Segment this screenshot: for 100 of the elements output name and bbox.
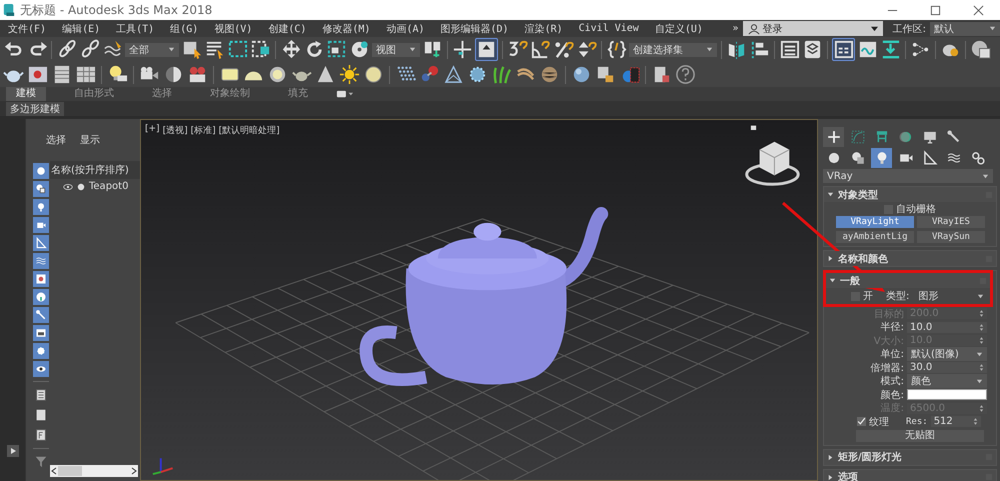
menu-item[interactable]: 渲染(R) bbox=[516, 22, 571, 36]
spinner-snap-icon[interactable] bbox=[576, 39, 597, 60]
snowflake-icon[interactable] bbox=[467, 64, 488, 85]
chevron-left-icon[interactable] bbox=[50, 467, 58, 475]
table-icon[interactable] bbox=[75, 64, 96, 85]
grass-icon[interactable] bbox=[491, 64, 512, 85]
unlink-icon[interactable] bbox=[79, 39, 100, 60]
list-icon[interactable] bbox=[779, 39, 800, 60]
ring-icon[interactable] bbox=[267, 64, 288, 85]
document-icon[interactable] bbox=[34, 428, 48, 442]
menu-item[interactable]: Civil View bbox=[570, 23, 647, 34]
window-icon[interactable] bbox=[833, 39, 854, 60]
object-type-button[interactable]: ayAmbientLig bbox=[836, 231, 914, 243]
list-cursor-icon[interactable] bbox=[204, 39, 225, 60]
sun-icon[interactable] bbox=[339, 64, 360, 85]
named-selection-dropdown[interactable]: 创建选择集 bbox=[629, 42, 717, 56]
param-dropdown[interactable]: 默认(图像) bbox=[907, 347, 987, 362]
ribbon-tab[interactable]: 对象绘制 bbox=[200, 87, 260, 101]
crosshair-icon[interactable] bbox=[452, 39, 473, 60]
map-button[interactable]: 无贴图 bbox=[856, 430, 984, 442]
rollout-header[interactable]: 名称和颜色 bbox=[824, 251, 996, 266]
renderer-dropdown[interactable]: VRay bbox=[823, 169, 993, 183]
ribbon-panel-tab[interactable]: 多边形建模 bbox=[6, 102, 64, 116]
object-type-button[interactable]: VRayLight bbox=[836, 216, 914, 228]
viewport[interactable]: [+] [透视] [标准] [默认明暗处理] bbox=[140, 119, 818, 481]
workspace-dropdown[interactable]: 默认 bbox=[930, 22, 1000, 36]
document-icon[interactable] bbox=[34, 388, 48, 402]
sphere-icon[interactable] bbox=[571, 64, 592, 85]
rollout-header[interactable]: 矩形/圆形灯光 bbox=[824, 450, 996, 464]
viewport-label[interactable]: [标准] bbox=[190, 124, 216, 137]
menu-item[interactable]: 自定义(U) bbox=[646, 22, 711, 36]
filter-button[interactable] bbox=[33, 325, 49, 341]
menu-item[interactable]: 动画(A) bbox=[378, 22, 432, 36]
ribbon-tab[interactable]: 选择 bbox=[142, 87, 182, 101]
column-header[interactable]: 名称(按升序排序) bbox=[50, 161, 140, 179]
braces-icon[interactable] bbox=[606, 39, 627, 60]
panel-tab[interactable] bbox=[823, 127, 844, 147]
ribbon-tab[interactable]: 建模 bbox=[6, 87, 46, 101]
ball-icon[interactable] bbox=[539, 64, 560, 85]
dashed-square-icon[interactable] bbox=[250, 39, 271, 60]
maximize-icon[interactable] bbox=[930, 4, 941, 16]
spinner-field[interactable]: 30.0 bbox=[907, 362, 987, 374]
object-type-button[interactable]: VRayIES bbox=[917, 216, 985, 228]
half-moon-icon[interactable] bbox=[163, 64, 184, 85]
layers-icon[interactable] bbox=[802, 39, 823, 60]
close-icon[interactable] bbox=[973, 4, 984, 16]
disc-icon[interactable] bbox=[363, 64, 384, 85]
menu-item[interactable]: 工具(T) bbox=[108, 22, 162, 36]
play-icon[interactable] bbox=[6, 445, 18, 457]
percent-snap-icon[interactable] bbox=[553, 39, 574, 60]
panel-toggle-icon[interactable] bbox=[336, 90, 354, 98]
picture-icon[interactable] bbox=[27, 64, 48, 85]
eye-icon[interactable] bbox=[63, 182, 73, 190]
menu-overflow[interactable]: » bbox=[732, 23, 739, 34]
help-icon[interactable] bbox=[675, 64, 696, 85]
ribbon-tab[interactable]: 自由形式 bbox=[64, 87, 124, 101]
tray-icon[interactable] bbox=[880, 39, 901, 60]
viewport-label[interactable]: [+] bbox=[145, 124, 160, 137]
coordinate-system-dropdown[interactable]: 视图 bbox=[372, 42, 420, 56]
mirror-icon[interactable] bbox=[726, 39, 747, 60]
explorer-tab[interactable]: 选择 bbox=[46, 133, 66, 161]
menu-item[interactable]: 图形编辑器(D) bbox=[432, 22, 517, 36]
cursor-square-icon[interactable] bbox=[181, 39, 202, 60]
object-type-button[interactable]: VRaySun bbox=[917, 231, 985, 243]
filter-button[interactable] bbox=[33, 271, 49, 287]
viewport-label[interactable]: [默认明暗处理] bbox=[218, 124, 280, 137]
color-swatch[interactable] bbox=[907, 389, 987, 400]
angle-snap-icon[interactable] bbox=[530, 39, 551, 60]
menu-item[interactable]: 修改器(M) bbox=[314, 22, 378, 36]
menu-item[interactable]: 视图(V) bbox=[206, 22, 260, 36]
pyramid-icon[interactable] bbox=[443, 64, 464, 85]
align-icon[interactable] bbox=[749, 39, 770, 60]
login-dropdown[interactable]: 登录 bbox=[742, 21, 883, 36]
arrow-square-icon[interactable] bbox=[476, 39, 497, 60]
menu-item[interactable]: 创建(C) bbox=[260, 22, 314, 36]
ribbon-tab[interactable]: 填充 bbox=[278, 87, 318, 101]
film-camera-icon[interactable] bbox=[187, 64, 208, 85]
rollout-header[interactable]: 一般 bbox=[826, 273, 990, 288]
filter-button[interactable] bbox=[33, 361, 49, 377]
scale-icon[interactable] bbox=[326, 39, 347, 60]
dashed-square-icon[interactable] bbox=[227, 39, 248, 60]
viewport-label[interactable]: [透视] bbox=[162, 124, 188, 137]
spinner-field[interactable]: 10.0 bbox=[907, 322, 987, 333]
move-icon[interactable] bbox=[280, 39, 301, 60]
curve-icon[interactable] bbox=[857, 39, 878, 60]
menu-item[interactable]: 编辑(E) bbox=[54, 22, 108, 36]
cone-icon[interactable] bbox=[315, 64, 336, 85]
tree-item[interactable]: Teapot0 bbox=[89, 181, 128, 192]
selection-filter-dropdown[interactable]: 全部 bbox=[125, 42, 179, 56]
spinner-field[interactable]: 512 bbox=[930, 416, 981, 428]
param-dropdown[interactable]: 颜色 bbox=[907, 374, 987, 388]
disc-icon[interactable] bbox=[349, 39, 370, 60]
menu-item[interactable]: 文件(F) bbox=[0, 22, 54, 36]
horizontal-scrollbar[interactable] bbox=[50, 465, 138, 477]
filter-button[interactable] bbox=[33, 181, 49, 197]
menu-item[interactable]: 组(G) bbox=[162, 22, 206, 36]
chevron-right-icon[interactable] bbox=[130, 467, 138, 475]
rollout-header[interactable]: 对象类型 bbox=[824, 187, 996, 202]
checkbox[interactable] bbox=[857, 417, 866, 426]
category-tab[interactable] bbox=[871, 148, 892, 168]
